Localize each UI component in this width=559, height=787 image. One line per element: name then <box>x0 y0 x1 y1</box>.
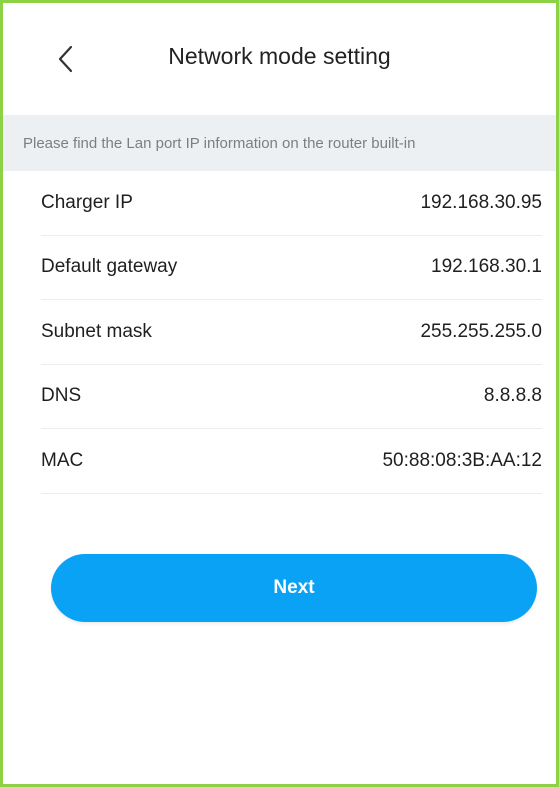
default-gateway-row: Default gateway 192.168.30.1 <box>41 236 542 300</box>
charger-ip-row: Charger IP 192.168.30.95 <box>41 171 542 236</box>
next-button-label: Next <box>273 577 315 598</box>
default-gateway-label: Default gateway <box>41 256 178 278</box>
next-button[interactable]: Next <box>51 554 537 622</box>
app-screen: Network mode setting Please find the Lan… <box>0 0 559 787</box>
network-info-list: Charger IP 192.168.30.95 Default gateway… <box>3 171 556 494</box>
dns-label: DNS <box>41 385 82 407</box>
info-notice: Please find the Lan port IP information … <box>3 115 556 171</box>
dns-value: 8.8.8.8 <box>483 385 542 407</box>
subnet-mask-value: 255.255.255.0 <box>420 320 542 342</box>
dns-row: DNS 8.8.8.8 <box>41 365 542 429</box>
subnet-mask-row: Subnet mask 255.255.255.0 <box>41 300 542 365</box>
subnet-mask-label: Subnet mask <box>41 320 152 342</box>
charger-ip-value: 192.168.30.95 <box>420 191 542 213</box>
mac-row: MAC 50:88:08:3B:AA:12 <box>41 429 542 494</box>
charger-ip-label: Charger IP <box>41 191 133 213</box>
page-title: Network mode setting <box>168 43 391 69</box>
header-bar: Network mode setting <box>3 3 556 115</box>
notice-text: Please find the Lan port IP information … <box>23 134 416 152</box>
mac-label: MAC <box>41 449 84 471</box>
default-gateway-value: 192.168.30.1 <box>431 256 542 278</box>
mac-value: 50:88:08:3B:AA:12 <box>382 449 542 471</box>
